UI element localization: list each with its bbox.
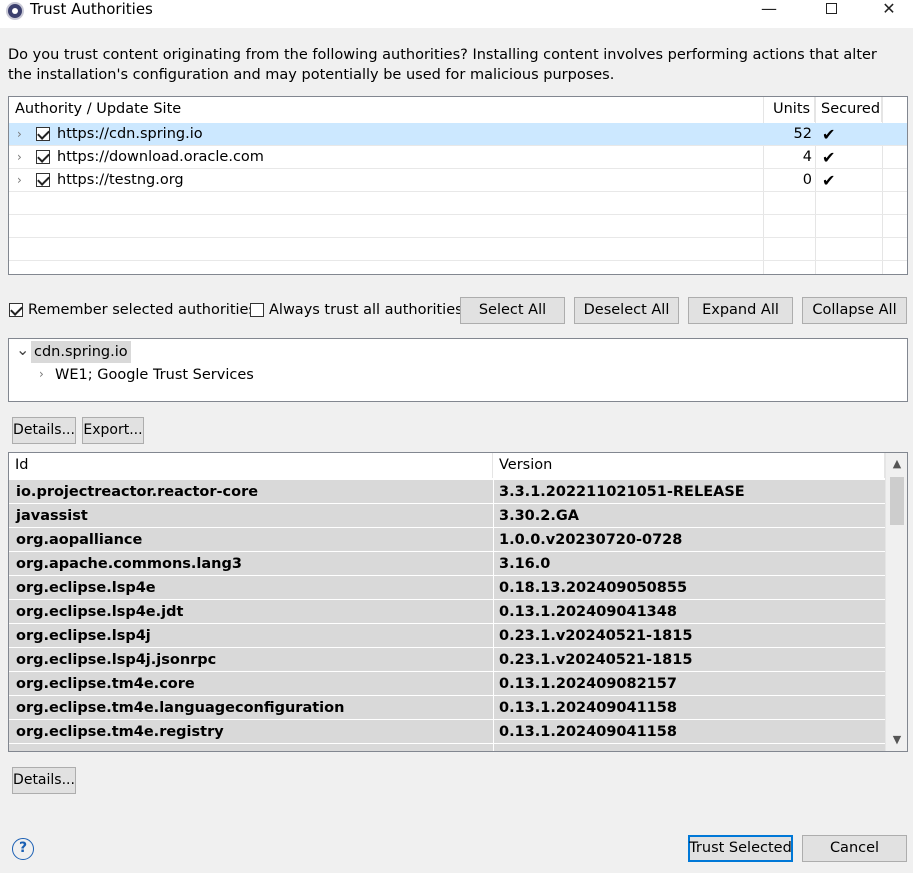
- authority-units: 4: [802, 149, 812, 165]
- unit-row[interactable]: io.projectreactor.reactor-core 3.3.1.202…: [9, 480, 885, 504]
- authority-units: 0: [802, 172, 812, 188]
- unit-row[interactable]: org.aopalliance 1.0.0.v20230720-0728: [9, 528, 885, 552]
- vertical-scrollbar[interactable]: ▲ ▼: [885, 453, 907, 751]
- authority-units: 52: [793, 126, 812, 142]
- deselect-all-button[interactable]: Deselect All: [574, 297, 679, 324]
- collapse-all-button[interactable]: Collapse All: [802, 297, 907, 324]
- header-secured[interactable]: Secured: [815, 97, 882, 122]
- unit-row-partial[interactable]: [9, 744, 885, 751]
- intro-text: Do you trust content originating from th…: [8, 47, 877, 83]
- help-icon[interactable]: ?: [12, 838, 34, 860]
- authority-checkbox[interactable]: [36, 150, 50, 164]
- unit-row[interactable]: org.eclipse.lsp4j 0.23.1.v20240521-1815: [9, 624, 885, 648]
- unit-id: javassist: [16, 508, 88, 524]
- title-bar: Trust Authorities — ✕: [0, 0, 913, 28]
- expand-icon[interactable]: ›: [17, 123, 22, 146]
- unit-version: 3.16.0: [499, 556, 551, 572]
- secured-check-icon: ✔: [822, 171, 836, 190]
- maximize-button[interactable]: [808, 0, 854, 28]
- minimize-button[interactable]: —: [746, 0, 792, 28]
- expand-all-button[interactable]: Expand All: [688, 297, 793, 324]
- unit-id: org.eclipse.lsp4e.jdt: [16, 604, 184, 620]
- tree-root-item[interactable]: cdn.spring.io: [31, 341, 131, 363]
- unit-version: 3.30.2.GA: [499, 508, 580, 524]
- unit-row[interactable]: org.eclipse.lsp4j.jsonrpc 0.23.1.v202405…: [9, 648, 885, 672]
- cancel-button[interactable]: Cancel: [802, 835, 907, 862]
- unit-row[interactable]: javassist 3.30.2.GA: [9, 504, 885, 528]
- export-button[interactable]: Export...: [82, 417, 144, 444]
- scroll-up-icon[interactable]: ▲: [886, 455, 907, 473]
- unit-id: org.apache.commons.lang3: [16, 556, 242, 572]
- unit-row[interactable]: org.eclipse.tm4e.core 0.13.1.20240908215…: [9, 672, 885, 696]
- expand-icon[interactable]: ›: [17, 146, 22, 169]
- details-button[interactable]: Details...: [12, 417, 76, 444]
- trust-selected-button[interactable]: Trust Selected: [688, 835, 793, 862]
- unit-details-button[interactable]: Details...: [12, 767, 76, 794]
- tree-child-item[interactable]: WE1; Google Trust Services: [55, 364, 254, 386]
- unit-version: 0.18.13.202409050855: [499, 580, 688, 596]
- unit-id: org.eclipse.tm4e.languageconfiguration: [16, 700, 345, 716]
- unit-row[interactable]: org.apache.commons.lang3 3.16.0: [9, 552, 885, 576]
- header-authority[interactable]: Authority / Update Site: [9, 97, 764, 122]
- empty-row: [9, 192, 907, 215]
- unit-row[interactable]: org.eclipse.tm4e.registry 0.13.1.2024090…: [9, 720, 885, 744]
- unit-id: org.eclipse.lsp4j: [16, 628, 151, 644]
- authority-row[interactable]: › https://cdn.spring.io 52 ✔: [9, 123, 907, 146]
- authority-site: https://cdn.spring.io: [57, 126, 203, 142]
- unit-id: org.eclipse.lsp4j.jsonrpc: [16, 652, 217, 668]
- scroll-down-icon[interactable]: ▼: [886, 731, 907, 749]
- unit-id: io.projectreactor.reactor-core: [16, 484, 259, 500]
- expand-icon[interactable]: ›: [39, 367, 44, 381]
- unit-version: 0.13.1.202409041348: [499, 604, 677, 620]
- header-version[interactable]: Version: [493, 453, 885, 478]
- authority-site: https://download.oracle.com: [57, 149, 264, 165]
- unit-id: org.aopalliance: [16, 532, 143, 548]
- empty-row: [9, 215, 907, 238]
- unit-version: 0.23.1.v20240521-1815: [499, 652, 693, 668]
- unit-row[interactable]: org.eclipse.tm4e.languageconfiguration 0…: [9, 696, 885, 720]
- header-id[interactable]: Id: [9, 453, 493, 478]
- scroll-thumb[interactable]: [890, 477, 904, 525]
- authority-checkbox[interactable]: [36, 127, 50, 141]
- certificate-tree: ⌄ cdn.spring.io › WE1; Google Trust Serv…: [8, 338, 908, 402]
- expand-icon[interactable]: ›: [17, 169, 22, 192]
- unit-version: 0.13.1.202409082157: [499, 676, 677, 692]
- secured-check-icon: ✔: [822, 125, 836, 144]
- unit-id: org.eclipse.tm4e.registry: [16, 724, 224, 740]
- close-button[interactable]: ✕: [866, 0, 912, 28]
- unit-row[interactable]: org.eclipse.lsp4e 0.18.13.202409050855: [9, 576, 885, 600]
- select-all-button[interactable]: Select All: [460, 297, 565, 324]
- always-trust-label[interactable]: Always trust all authorities: [269, 301, 463, 319]
- authorities-table: Authority / Update Site Units Secured › …: [8, 96, 908, 275]
- authority-row[interactable]: › https://testng.org 0 ✔: [9, 169, 907, 192]
- authority-site: https://testng.org: [57, 172, 184, 188]
- unit-version: 0.23.1.v20240521-1815: [499, 628, 693, 644]
- unit-id: org.eclipse.lsp4e: [16, 580, 156, 596]
- window-title: Trust Authorities: [30, 0, 153, 18]
- secured-check-icon: ✔: [822, 148, 836, 167]
- authority-row[interactable]: › https://download.oracle.com 4 ✔: [9, 146, 907, 169]
- maximize-icon: [825, 3, 837, 14]
- empty-row: [9, 238, 907, 261]
- unit-version: 1.0.0.v20230720-0728: [499, 532, 683, 548]
- unit-id: org.eclipse.tm4e.core: [16, 676, 195, 692]
- unit-version: 0.13.1.202409041158: [499, 700, 677, 716]
- unit-row[interactable]: org.eclipse.lsp4e.jdt 0.13.1.20240904134…: [9, 600, 885, 624]
- remember-checkbox[interactable]: [9, 303, 23, 317]
- always-trust-checkbox[interactable]: [250, 303, 264, 317]
- collapse-icon[interactable]: ⌄: [16, 340, 29, 359]
- remember-label[interactable]: Remember selected authorities: [28, 301, 256, 319]
- header-units[interactable]: Units: [767, 97, 815, 122]
- unit-version: 0.13.1.202409041158: [499, 724, 677, 740]
- unit-version: 3.3.1.202211021051-RELEASE: [499, 484, 745, 500]
- authority-checkbox[interactable]: [36, 173, 50, 187]
- app-icon: [6, 2, 24, 20]
- units-table: Id Version io.projectreactor.reactor-cor…: [8, 452, 908, 752]
